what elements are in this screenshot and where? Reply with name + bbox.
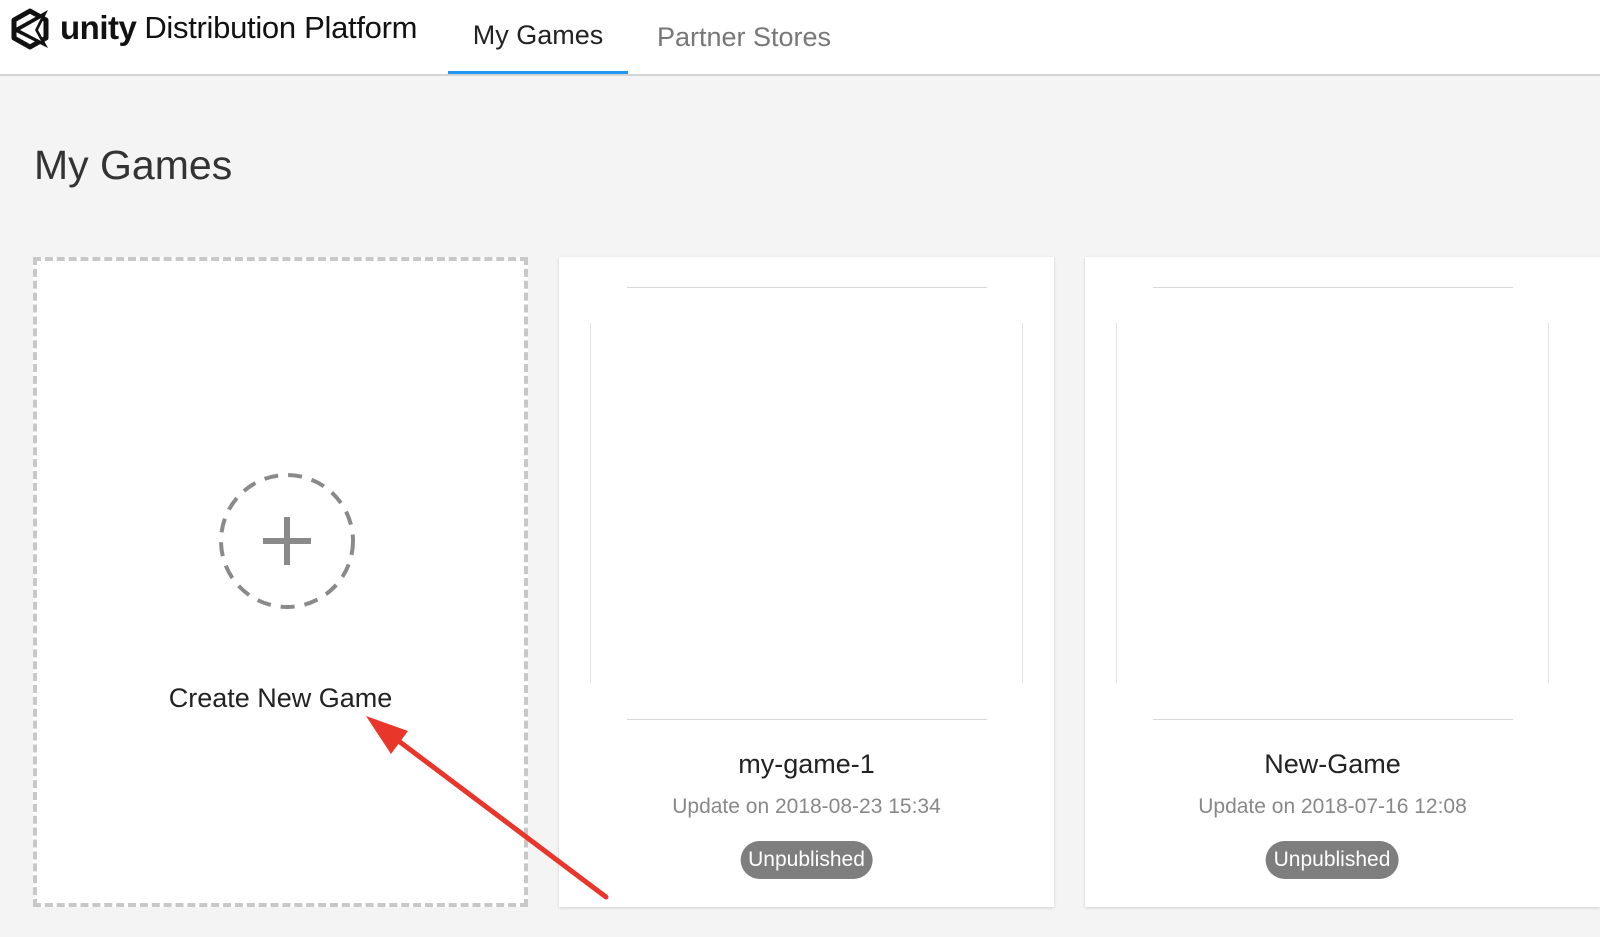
- game-card[interactable]: my-game-1 Update on 2018-08-23 15:34 Unp…: [559, 257, 1054, 907]
- thumbnail-border: [590, 323, 591, 683]
- thumbnail-border: [1116, 323, 1117, 683]
- top-navigation-bar: unity Distribution Platform My Games Par…: [0, 0, 1600, 76]
- thumbnail-border: [627, 287, 987, 288]
- unity-cube-icon: [11, 8, 49, 50]
- create-new-game-label: Create New Game: [168, 683, 393, 713]
- tab-my-games[interactable]: My Games: [448, 0, 628, 74]
- page-title: My Games: [34, 142, 233, 188]
- status-badge: Unpublished: [740, 841, 873, 879]
- create-new-game-card[interactable]: Create New Game: [33, 257, 528, 907]
- tab-partner-stores[interactable]: Partner Stores: [644, 0, 844, 74]
- thumbnail-border: [1022, 323, 1023, 683]
- logo-wordmark: unity: [60, 9, 137, 46]
- status-badge: Unpublished: [1265, 841, 1399, 879]
- game-updated-date: Update on 2018-08-23 15:34: [672, 795, 941, 818]
- game-updated-date: Update on 2018-07-16 12:08: [1198, 795, 1467, 818]
- thumbnail-border: [1153, 719, 1513, 720]
- thumbnail-border: [1153, 287, 1513, 288]
- game-name: New-Game: [1264, 749, 1401, 779]
- game-card[interactable]: New-Game Update on 2018-07-16 12:08 Unpu…: [1085, 257, 1600, 907]
- thumbnail-border: [1548, 323, 1549, 683]
- logo-product-name: Distribution Platform: [144, 10, 418, 45]
- unity-logo[interactable]: unity Distribution Platform: [8, 6, 417, 50]
- thumbnail-border: [627, 719, 987, 720]
- plus-icon: [219, 473, 355, 609]
- game-name: my-game-1: [738, 749, 875, 779]
